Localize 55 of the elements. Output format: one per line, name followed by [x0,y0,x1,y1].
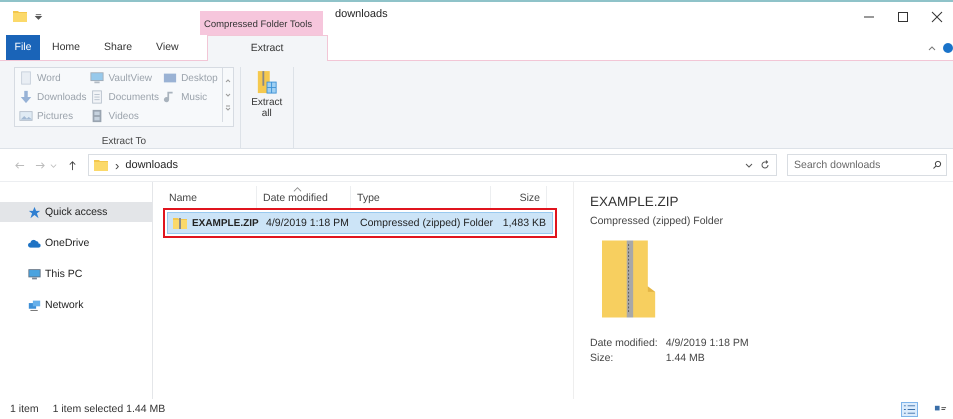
nav-item[interactable]: Network [0,295,152,315]
group-label: Extract To [102,136,146,147]
column-header[interactable]: Date modified [257,186,351,208]
ribbon-tab[interactable]: Extract [206,35,328,61]
document-icon [90,90,104,104]
search-icon [932,160,942,170]
ribbon-tab[interactable]: View [144,35,191,60]
doc-icon [19,71,33,85]
detail-value: 1.44 MB [666,352,706,364]
table-cell-text: 4/9/2019 1:18 PM [265,217,350,229]
file-name: EXAMPLE.ZIP [192,218,259,228]
detail-label: Date modified: [590,337,658,349]
nav-item[interactable]: OneDrive [0,233,152,253]
detail-value: 4/9/2019 1:18 PM [666,337,749,349]
selection-info: 1 item selected 1.44 MB [52,403,166,415]
monitor-icon [163,71,178,85]
column-header[interactable]: Type [351,186,491,208]
picture-icon [19,109,33,123]
film-icon [90,109,104,123]
window-title: downloads [334,7,389,22]
monitor-icon [90,71,104,85]
ribbon-tab[interactable]: Home [40,35,92,60]
ribbon-tab[interactable]: Share [92,35,144,60]
refresh-icon[interactable] [760,160,770,170]
preview-title: EXAMPLE.ZIP [590,194,680,209]
file-row[interactable]: EXAMPLE.ZIP 4/9/2019 1:18 PM Compressed (zipped) Folder 1,483 KB [167,212,553,234]
close-icon[interactable] [931,11,943,23]
zip-folder-icon [602,239,657,319]
item-count: 1 item [10,403,39,415]
down-arrow-icon [19,90,33,104]
table-cell-text: 1,483 KB [502,217,547,229]
preview-type: Compressed (zipped) Folder [590,215,724,227]
folder-icon [93,157,109,173]
context-tab-header: Compressed Folder Tools [200,11,323,35]
column-header[interactable]: Size [491,186,547,208]
detail-label: Size: [590,352,614,364]
address-field[interactable]: › downloads [88,154,777,176]
customize-dropdown-icon[interactable] [34,12,43,20]
folder-icon [12,8,28,24]
nav-item[interactable]: Quick access [0,202,152,222]
breadcrumb-separator: › [115,158,120,172]
file-menu-tab[interactable]: File [6,35,40,60]
maximize-icon[interactable] [897,11,909,23]
search-field[interactable]: Search downloads [787,154,947,176]
nav-item[interactable]: This PC [0,264,152,284]
star-icon [28,206,41,218]
column-header[interactable]: Name [163,186,257,208]
zip-folder-icon [172,215,188,231]
network-icon [28,298,41,312]
up-icon[interactable] [67,160,78,170]
extract-all-button[interactable]: Extract all [248,69,285,119]
breadcrumb-item[interactable]: downloads [125,159,178,171]
table-cell-text: Compressed (zipped) Folder [359,217,494,229]
monitor-icon [28,268,41,280]
details-view-icon[interactable] [901,402,918,416]
